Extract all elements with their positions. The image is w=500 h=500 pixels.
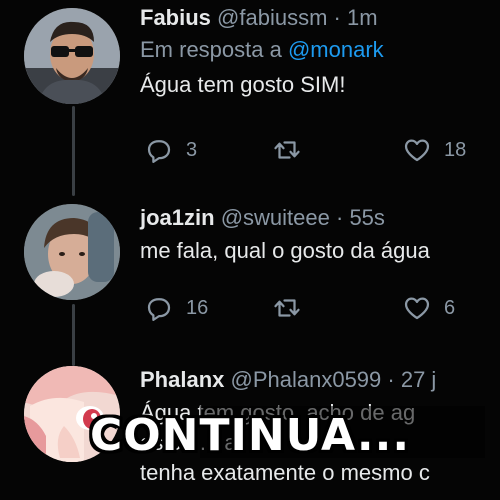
retweet-icon bbox=[274, 141, 300, 159]
display-name[interactable]: Phalanx bbox=[140, 367, 224, 392]
user-handle[interactable]: @fabiussm bbox=[217, 5, 327, 30]
tweet-header: joa1zin @swuiteee · 55s bbox=[140, 204, 500, 232]
twitter-thread: Fabius @fabiussm · 1m Em resposta a @mon… bbox=[0, 0, 500, 500]
like-count: 18 bbox=[444, 138, 467, 161]
overlay-caption: CONTINUA... bbox=[89, 410, 411, 461]
like-icon bbox=[404, 297, 430, 320]
tweet-header: Fabius @fabiussm · 1m bbox=[140, 4, 500, 32]
reply-button[interactable]: 16 bbox=[144, 292, 208, 324]
reply-mention-link[interactable]: @monark bbox=[288, 37, 384, 62]
like-button[interactable]: 18 bbox=[402, 134, 466, 166]
tweet-text-line: tenha exatamente o mesmo c bbox=[140, 460, 430, 485]
retweet-button[interactable] bbox=[272, 292, 302, 324]
display-name[interactable]: Fabius bbox=[140, 5, 211, 30]
reply-icon bbox=[147, 140, 171, 163]
user-handle[interactable]: @Phalanx0599 bbox=[231, 367, 382, 392]
timestamp[interactable]: · 55s bbox=[336, 205, 385, 230]
reply-prefix: Em resposta a bbox=[140, 37, 282, 62]
tweet-actions: 16 6 bbox=[140, 292, 500, 324]
user-handle[interactable]: @swuiteee bbox=[221, 205, 330, 230]
reply-icon bbox=[147, 298, 171, 321]
tweet-text: Água tem gosto SIM! bbox=[140, 72, 346, 97]
avatar[interactable] bbox=[24, 8, 120, 104]
like-icon bbox=[404, 139, 430, 162]
tweet-header: Phalanx @Phalanx0599 · 27 j bbox=[140, 366, 500, 394]
reply-count: 3 bbox=[186, 138, 198, 161]
tweet-text: me fala, qual o gosto da água bbox=[140, 238, 430, 263]
retweet-button[interactable] bbox=[272, 134, 302, 166]
timestamp[interactable]: · 1m bbox=[334, 5, 378, 30]
tweet-actions: 3 18 bbox=[140, 134, 500, 166]
display-name[interactable]: joa1zin bbox=[140, 205, 215, 230]
reply-count: 16 bbox=[186, 296, 209, 319]
reply-context: Em resposta a @monark bbox=[140, 36, 500, 64]
avatar[interactable] bbox=[24, 204, 120, 300]
reply-button[interactable]: 3 bbox=[144, 134, 197, 166]
tweet[interactable]: joa1zin @swuiteee · 55s me fala, qual o … bbox=[0, 196, 500, 356]
timestamp[interactable]: · 27 j bbox=[387, 367, 436, 392]
retweet-icon bbox=[274, 299, 300, 317]
tweet[interactable]: Fabius @fabiussm · 1m Em resposta a @mon… bbox=[0, 0, 500, 190]
like-button[interactable]: 6 bbox=[402, 292, 455, 324]
like-count: 6 bbox=[444, 296, 456, 319]
